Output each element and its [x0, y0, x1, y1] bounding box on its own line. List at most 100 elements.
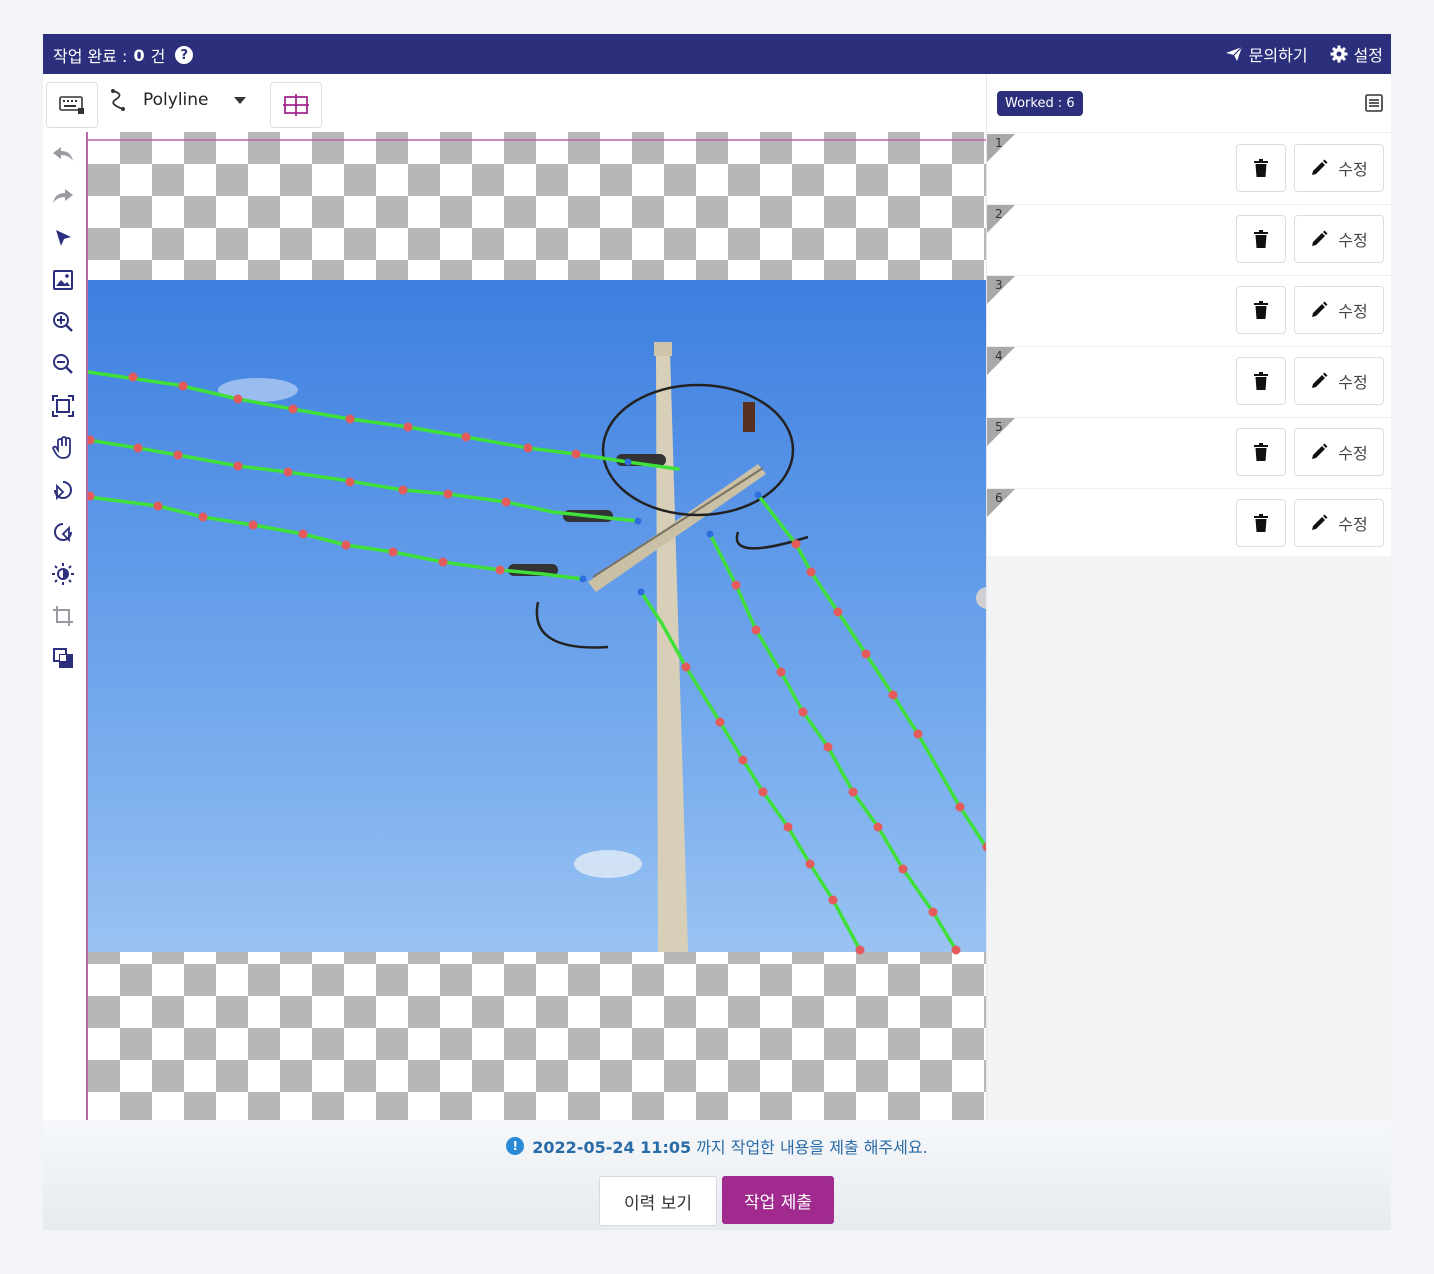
- submit-footer: ! 2022-05-24 11:05 까지 작업한 내용을 제출 해주세요. 이…: [43, 1120, 1391, 1230]
- annotation-row[interactable]: 5 수정: [987, 418, 1391, 489]
- edit-label: 수정: [1338, 444, 1368, 463]
- grid-icon: [283, 94, 309, 116]
- delete-button[interactable]: [1236, 499, 1286, 547]
- pencil-icon: [1312, 159, 1328, 175]
- rotate-right-icon: [54, 523, 72, 543]
- deadline-notice: ! 2022-05-24 11:05 까지 작업한 내용을 제출 해주세요.: [43, 1134, 1391, 1158]
- list-view-icon[interactable]: [1364, 93, 1384, 113]
- work-done-label: 작업 완료 :: [53, 47, 128, 66]
- trash-icon: [1254, 443, 1268, 461]
- edit-button[interactable]: 수정: [1294, 144, 1384, 192]
- panel-empty-area: [987, 556, 1391, 1156]
- deadline-text: 까지 작업한 내용을 제출 해주세요.: [691, 1138, 928, 1157]
- pencil-icon: [1312, 301, 1328, 317]
- delete-button[interactable]: [1236, 215, 1286, 263]
- crop-icon: [53, 606, 73, 626]
- annotation-canvas[interactable]: [86, 132, 988, 1120]
- work-status: 작업 완료 : 0 건 ?: [53, 43, 194, 67]
- tool-select[interactable]: Polyline: [109, 88, 247, 112]
- grid-toggle-button[interactable]: [270, 82, 322, 128]
- toolbar: Polyline: [43, 74, 986, 132]
- row-number: 1: [995, 136, 1003, 150]
- side-toolbar: [43, 132, 85, 1132]
- row-number: 6: [995, 491, 1003, 505]
- delete-button[interactable]: [1236, 428, 1286, 476]
- annotation-app: 작업 완료 : 0 건 ? 문의하기 설정 Polyline Worked: …: [43, 34, 1391, 1230]
- pencil-icon: [1312, 514, 1328, 530]
- rotate-left-icon: [54, 481, 72, 501]
- edit-button[interactable]: 수정: [1294, 286, 1384, 334]
- keyboard-icon: [59, 96, 84, 114]
- annotation-row[interactable]: 6 수정: [987, 489, 1391, 560]
- delete-button[interactable]: [1236, 144, 1286, 192]
- delete-button[interactable]: [1236, 357, 1286, 405]
- edit-label: 수정: [1338, 231, 1368, 250]
- rotate-left-button[interactable]: [51, 478, 75, 502]
- edit-label: 수정: [1338, 302, 1368, 321]
- redo-button[interactable]: [51, 184, 75, 208]
- send-icon: [1225, 46, 1243, 61]
- brightness-icon: [52, 563, 74, 585]
- submit-button[interactable]: 작업 제출: [722, 1176, 834, 1224]
- trash-icon: [1254, 159, 1268, 177]
- layers-button[interactable]: [51, 646, 75, 670]
- worked-count-badge: Worked : 6: [997, 90, 1083, 116]
- zoom-in-icon: [53, 312, 73, 332]
- inquiry-button[interactable]: 문의하기: [1225, 42, 1308, 66]
- image-icon: [53, 270, 73, 290]
- annotation-row[interactable]: 3 수정: [987, 276, 1391, 347]
- edit-button[interactable]: 수정: [1294, 357, 1384, 405]
- pencil-icon: [1312, 372, 1328, 388]
- edit-label: 수정: [1338, 373, 1368, 392]
- annotation-list: 1 수정 2 수정 3 수정 4 수정 5 수정 6 수정: [987, 134, 1391, 560]
- tool-select-label: Polyline: [143, 90, 209, 110]
- zoom-in-button[interactable]: [51, 310, 75, 334]
- zoom-out-icon: [53, 354, 73, 374]
- edit-button[interactable]: 수정: [1294, 499, 1384, 547]
- row-number: 4: [995, 349, 1003, 363]
- layers-icon: [53, 648, 73, 668]
- info-icon: !: [506, 1137, 525, 1155]
- undo-icon: [53, 147, 73, 161]
- row-number: 3: [995, 278, 1003, 292]
- cursor-arrow-icon: [56, 230, 71, 246]
- settings-label: 설정: [1353, 46, 1383, 65]
- annotation-list-panel: Worked : 6 1 수정 2 수정 3 수정 4 수정 5 수정 6 수정: [986, 74, 1391, 1156]
- row-number: 5: [995, 420, 1003, 434]
- inquiry-label: 문의하기: [1248, 46, 1308, 65]
- trash-icon: [1254, 301, 1268, 319]
- trash-icon: [1254, 230, 1268, 248]
- trash-icon: [1254, 372, 1268, 390]
- deadline-date: 2022-05-24 11:05: [532, 1138, 692, 1157]
- pan-tool-button[interactable]: [51, 436, 75, 460]
- undo-button[interactable]: [51, 142, 75, 166]
- annotation-row[interactable]: 1 수정: [987, 134, 1391, 205]
- edit-button[interactable]: 수정: [1294, 428, 1384, 476]
- image-tool-button[interactable]: [51, 268, 75, 292]
- fit-screen-icon: [52, 395, 74, 417]
- rotate-right-button[interactable]: [51, 520, 75, 544]
- polyline-icon: [111, 89, 125, 111]
- edit-button[interactable]: 수정: [1294, 215, 1384, 263]
- select-tool-button[interactable]: [51, 226, 75, 250]
- delete-button[interactable]: [1236, 286, 1286, 334]
- fit-screen-button[interactable]: [51, 394, 75, 418]
- annotation-row[interactable]: 2 수정: [987, 205, 1391, 276]
- pencil-icon: [1312, 443, 1328, 459]
- zoom-out-button[interactable]: [51, 352, 75, 376]
- help-icon[interactable]: ?: [175, 46, 194, 64]
- work-done-count: 0: [133, 45, 145, 65]
- settings-button[interactable]: 설정: [1330, 42, 1383, 66]
- edit-label: 수정: [1338, 515, 1368, 534]
- redo-icon: [53, 189, 73, 203]
- chevron-down-icon: [233, 97, 246, 104]
- annotation-row[interactable]: 4 수정: [987, 347, 1391, 418]
- pencil-icon: [1312, 230, 1328, 246]
- crop-tool-button[interactable]: [51, 604, 75, 628]
- trash-icon: [1254, 514, 1268, 532]
- brightness-button[interactable]: [51, 562, 75, 586]
- edit-label: 수정: [1338, 160, 1368, 179]
- annotation-overlay: [88, 139, 988, 955]
- keyboard-shortcut-button[interactable]: [46, 82, 98, 128]
- history-button[interactable]: 이력 보기: [599, 1176, 717, 1226]
